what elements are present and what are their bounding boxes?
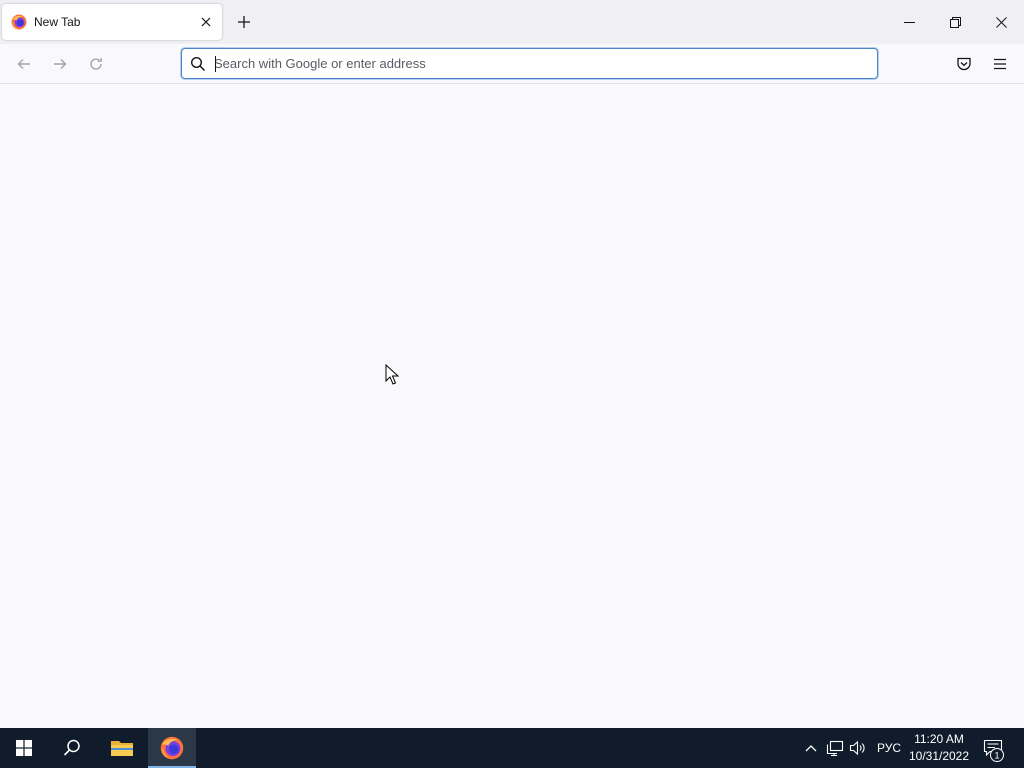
tab-close-button[interactable] <box>196 12 216 32</box>
minimize-button[interactable] <box>886 0 932 44</box>
firefox-taskbar-button[interactable] <box>148 728 196 768</box>
language-label: РУС <box>876 741 902 755</box>
network-button[interactable] <box>824 728 846 768</box>
search-icon <box>63 739 80 756</box>
taskbar-search-button[interactable] <box>48 728 96 768</box>
forward-button[interactable] <box>48 52 72 76</box>
new-tab-button[interactable] <box>232 10 256 34</box>
windows-start-icon <box>16 740 32 756</box>
url-input[interactable] <box>214 52 864 75</box>
volume-button[interactable] <box>848 728 868 768</box>
pocket-icon <box>957 57 971 71</box>
notification-count: 1 <box>994 751 999 761</box>
minimize-icon <box>903 21 915 23</box>
navigation-toolbar <box>0 44 1024 84</box>
hamburger-menu-icon <box>994 58 1006 70</box>
clock[interactable]: 11:20 AM 10/31/2022 <box>906 731 972 765</box>
mouse-pointer-icon <box>385 364 399 385</box>
search-icon <box>190 56 206 72</box>
clock-date: 10/31/2022 <box>908 749 970 763</box>
back-arrow-icon <box>17 59 30 69</box>
application-menu-button[interactable] <box>988 52 1012 76</box>
window-close-button[interactable] <box>978 0 1024 44</box>
firefox-icon <box>160 736 184 760</box>
file-explorer-button[interactable] <box>98 728 146 768</box>
restore-icon <box>949 16 961 28</box>
notification-count-badge: 1 <box>990 748 1004 762</box>
close-icon <box>995 16 1007 28</box>
restore-button[interactable] <box>932 0 978 44</box>
text-caret <box>215 56 216 72</box>
clock-time: 11:20 AM <box>914 732 964 746</box>
page-content[interactable] <box>0 84 1024 728</box>
url-bar[interactable] <box>181 48 878 79</box>
tab-title: New Tab <box>34 15 81 29</box>
tab-new-tab[interactable]: New Tab <box>2 4 222 40</box>
start-button[interactable] <box>0 728 48 768</box>
close-icon <box>201 17 211 27</box>
speaker-icon <box>849 740 865 756</box>
show-hidden-icons-button[interactable] <box>802 728 820 768</box>
reload-icon <box>90 58 102 70</box>
plus-icon <box>238 16 250 28</box>
windows-taskbar: РУС 11:20 AM 10/31/2022 <box>0 728 1024 768</box>
chevron-up-icon <box>805 745 817 752</box>
reload-button[interactable] <box>84 52 108 76</box>
file-explorer-icon <box>111 741 133 756</box>
network-icon <box>826 740 844 756</box>
pocket-button[interactable] <box>952 52 976 76</box>
back-button[interactable] <box>12 52 36 76</box>
forward-arrow-icon <box>54 59 67 69</box>
input-language-indicator[interactable]: РУС <box>872 728 906 768</box>
firefox-icon <box>11 14 27 30</box>
tab-strip: New Tab <box>0 0 1024 44</box>
